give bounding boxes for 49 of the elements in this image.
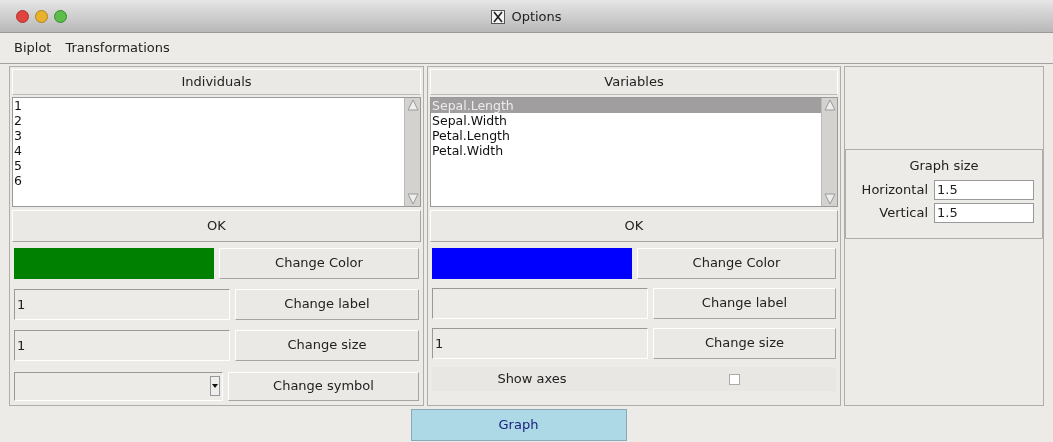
list-item[interactable]: Petal.Length xyxy=(431,128,821,143)
change-color-button[interactable]: Change Color xyxy=(219,247,419,279)
field-label: Horizontal xyxy=(860,180,928,199)
list-item[interactable]: 1 xyxy=(13,98,404,113)
menu-item[interactable]: Biplot xyxy=(14,38,52,58)
scroll-down-icon[interactable] xyxy=(405,192,420,206)
list-item[interactable]: 5 xyxy=(13,158,404,173)
list-item[interactable]: 4 xyxy=(13,143,404,158)
change-symbol-button[interactable]: Change symbol xyxy=(228,371,419,401)
ok-button[interactable]: OK xyxy=(12,210,421,242)
list-item[interactable]: 2 xyxy=(13,113,404,128)
color-swatch[interactable] xyxy=(14,247,214,279)
scroll-up-icon[interactable] xyxy=(405,98,420,112)
change-label-button[interactable]: Change label xyxy=(235,288,419,320)
minimize-button[interactable] xyxy=(35,9,48,23)
input-field[interactable]: 1.5 xyxy=(934,179,1034,200)
window-title: Options xyxy=(511,7,562,26)
dropdown[interactable] xyxy=(14,371,223,401)
zoom-button[interactable] xyxy=(54,9,67,23)
change-size-button[interactable]: Change size xyxy=(653,327,836,359)
ok-button[interactable]: OK xyxy=(430,210,838,242)
scrollbar[interactable] xyxy=(821,98,837,206)
list-item[interactable]: 6 xyxy=(13,173,404,188)
list-item[interactable]: 3 xyxy=(13,128,404,143)
caret-icon xyxy=(210,376,220,396)
input-field[interactable]: 1 xyxy=(14,288,230,320)
input-field[interactable]: 1.5 xyxy=(934,202,1034,223)
close-button[interactable] xyxy=(16,9,29,23)
input-field[interactable] xyxy=(432,287,648,319)
panel-header: Individuals xyxy=(12,69,421,95)
scrollbar[interactable] xyxy=(404,98,420,206)
graph-button[interactable]: Graph xyxy=(410,409,627,441)
change-label-button[interactable]: Change label xyxy=(653,287,836,319)
panel-header: Variables xyxy=(430,69,838,95)
menu-item[interactable]: Transformations xyxy=(65,38,170,58)
field-label: Vertical xyxy=(878,203,928,222)
panel-title: Graph size xyxy=(908,157,980,175)
list-item[interactable]: Sepal.Width xyxy=(431,113,821,128)
color-swatch[interactable] xyxy=(432,247,632,279)
input-field[interactable]: 1 xyxy=(432,327,648,359)
checkbox[interactable] xyxy=(728,373,740,385)
list-item[interactable]: Petal.Width xyxy=(431,143,821,158)
checkbox-label: Show axes xyxy=(496,370,568,389)
x-logo-icon xyxy=(491,9,506,24)
input-field[interactable]: 1 xyxy=(14,329,230,361)
change-color-button[interactable]: Change Color xyxy=(637,247,836,279)
scroll-down-icon[interactable] xyxy=(822,192,837,206)
scroll-up-icon[interactable] xyxy=(822,98,837,112)
change-size-button[interactable]: Change size xyxy=(235,329,419,361)
